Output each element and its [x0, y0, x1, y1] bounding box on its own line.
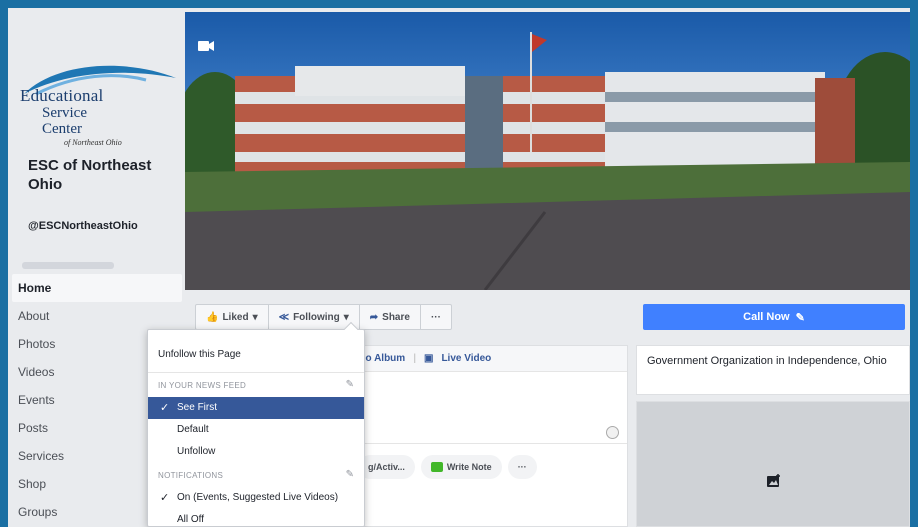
thumbs-up-icon: 👍 [206, 311, 219, 323]
menu-item-unfollow[interactable]: Unfollow [148, 441, 364, 463]
write-note-label: Write Note [446, 462, 492, 472]
page-title[interactable]: ESC of Northeast Ohio [28, 156, 178, 194]
page-category-card: Government Organization in Independence,… [636, 345, 910, 395]
live-video-icon: ▣ [424, 353, 434, 364]
pencil-icon: ✎ [795, 311, 805, 324]
page-category-text[interactable]: Government Organization in Independence,… [647, 355, 887, 367]
logo-line-2: Service [42, 105, 87, 121]
pencil-icon[interactable]: ✎ [346, 379, 354, 390]
share-label: Share [382, 311, 410, 323]
action-button-group: 👍 Liked ▾ ≪ Following ▾ ➦ Share ··· [195, 304, 452, 330]
building-photo-icon [185, 32, 910, 290]
share-button[interactable]: ➦ Share [360, 305, 421, 329]
notifications-on-label: On (Events, Suggested Live Videos) [177, 492, 339, 503]
cover-photo[interactable] [185, 12, 910, 290]
logo-line-1: Educational [20, 86, 104, 105]
logo-line-3: Center [42, 121, 82, 137]
post-composer: eo Album | ▣ Live Video g/Activ... Write… [353, 345, 628, 527]
create-page-link-blurred [22, 262, 114, 269]
sidebar-item-home[interactable]: Home [12, 274, 182, 302]
following-dropdown-menu: Unfollow this Page IN YOUR NEWS FEED ✎ ✓… [147, 321, 365, 527]
call-now-button[interactable]: Call Now ✎ [643, 304, 905, 330]
add-photo-icon[interactable] [767, 474, 781, 487]
more-options-button[interactable]: ··· [421, 305, 451, 329]
share-icon: ➦ [369, 311, 379, 323]
page-logo[interactable]: Educational Service Center of Northeast … [16, 58, 184, 150]
map-placeholder[interactable] [636, 401, 910, 527]
see-first-label: See First [177, 402, 218, 413]
menu-header-notifications: NOTIFICATIONS [158, 471, 224, 480]
page-frame: Educational Service Center of Northeast … [8, 8, 910, 527]
pencil-icon[interactable]: ✎ [346, 469, 354, 480]
chevron-down-icon: ▾ [343, 311, 349, 323]
menu-item-all-off[interactable]: All Off [148, 509, 364, 527]
menu-item-unfollow-page[interactable]: Unfollow this Page [148, 344, 364, 366]
liked-button[interactable]: 👍 Liked ▾ [196, 305, 269, 329]
composer-actions: g/Activ... Write Note ··· [354, 450, 627, 484]
menu-item-default[interactable]: Default [148, 419, 364, 441]
sidebar-item-about[interactable]: About [12, 302, 182, 330]
composer-text-area[interactable] [354, 374, 627, 444]
checkmark-icon: ✓ [160, 492, 170, 504]
following-label: Following [293, 311, 340, 323]
video-camera-icon[interactable] [198, 41, 214, 51]
tab-live-video[interactable]: Live Video [441, 353, 491, 364]
tab-separator: | [413, 353, 416, 364]
checkmark-icon: ✓ [160, 402, 170, 414]
note-icon [430, 462, 443, 472]
composer-tabs: eo Album | ▣ Live Video [354, 346, 627, 372]
menu-item-see-first[interactable]: ✓ See First [148, 397, 364, 419]
write-note-button[interactable]: Write Note [420, 455, 502, 479]
menu-header-news-feed: IN YOUR NEWS FEED [158, 381, 247, 390]
emoji-icon[interactable] [606, 426, 619, 439]
menu-item-notifications-on[interactable]: ✓ On (Events, Suggested Live Videos) [148, 487, 364, 509]
logo-line-4: of Northeast Ohio [64, 138, 122, 147]
page-handle[interactable]: @ESCNortheastOhio [28, 220, 138, 232]
call-now-label: Call Now [743, 311, 790, 323]
liked-label: Liked [222, 311, 249, 323]
chevron-down-icon: ▾ [252, 311, 258, 323]
composer-more-button[interactable]: ··· [507, 455, 537, 479]
rss-icon: ≪ [278, 311, 290, 323]
feeling-activity-button[interactable]: g/Activ... [358, 455, 415, 479]
menu-divider [148, 372, 364, 373]
tab-video-album[interactable]: eo Album [360, 353, 405, 364]
